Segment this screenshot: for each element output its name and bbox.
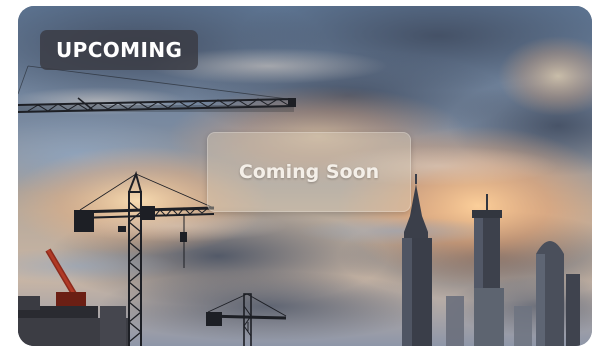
project-card[interactable]: UPCOMING Coming Soon [18,6,592,346]
coming-soon-overlay: Coming Soon [207,132,411,212]
status-badge: UPCOMING [40,30,199,70]
